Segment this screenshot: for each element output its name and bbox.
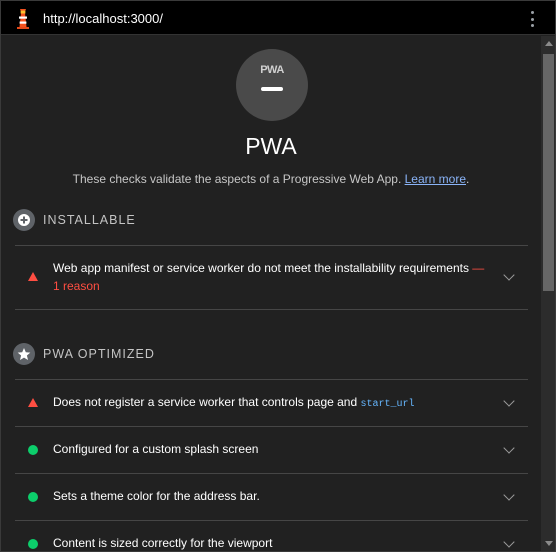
lighthouse-icon	[17, 9, 29, 29]
pwa-gauge[interactable]: PWA	[236, 49, 308, 121]
divider	[15, 309, 528, 310]
audit-title: Sets a theme color for the address bar.	[53, 489, 260, 503]
group-optimized-title: PWA Optimized	[43, 347, 155, 361]
scrollbar-thumb[interactable]	[543, 54, 554, 291]
audit-code: start_url	[360, 399, 415, 410]
audit-viewport[interactable]: Content is sized correctly for the viewp…	[15, 521, 528, 551]
pass-circle-icon	[28, 445, 38, 455]
audit-theme-color[interactable]: Sets a theme color for the address bar.	[15, 474, 528, 520]
chevron-down-icon[interactable]	[503, 442, 515, 454]
audit-title: Content is sized correctly for the viewp…	[53, 536, 273, 550]
audit-suffix: —	[468, 261, 485, 275]
audit-title: Web app manifest or service worker do no…	[53, 259, 498, 295]
group-installable-title: Installable	[43, 213, 136, 227]
fail-triangle-icon	[28, 272, 38, 281]
audit-service-worker[interactable]: Does not register a service worker that …	[15, 380, 528, 426]
chevron-down-icon[interactable]	[503, 489, 515, 501]
chevron-down-icon[interactable]	[503, 536, 515, 548]
description-text: These checks validate the aspects of a P…	[72, 172, 405, 186]
scroll-up-arrow-icon[interactable]	[545, 41, 553, 46]
report-content: PWA PWA These checks validate the aspect…	[1, 36, 541, 551]
pass-circle-icon	[28, 492, 38, 502]
learn-more-link[interactable]: Learn more	[405, 172, 466, 186]
fail-triangle-icon	[28, 398, 38, 407]
audit-splash-screen[interactable]: Configured for a custom splash screen	[15, 427, 528, 473]
audit-installable-manifest[interactable]: Web app manifest or service worker do no…	[15, 246, 528, 309]
lighthouse-report-window: http://localhost:3000/ PWA PWA These che…	[0, 0, 556, 552]
category-title: PWA	[245, 133, 297, 159]
kebab-menu-icon[interactable]	[527, 10, 537, 28]
audit-title: Configured for a custom splash screen	[53, 442, 259, 456]
report-url: http://localhost:3000/	[43, 11, 163, 26]
group-installable-header: Installable	[13, 209, 136, 231]
report-topbar: http://localhost:3000/	[1, 1, 555, 35]
audit-detail: 1 reason	[53, 279, 100, 293]
audit-title-text: Web app manifest or service worker do no…	[53, 261, 469, 275]
star-icon	[13, 343, 35, 365]
audit-title: Does not register a service worker that …	[53, 393, 498, 414]
vertical-scrollbar[interactable]	[541, 36, 555, 551]
pass-circle-icon	[28, 539, 38, 549]
chevron-down-icon[interactable]	[503, 395, 515, 407]
gauge-dash-icon	[261, 87, 283, 91]
plus-circle-icon	[13, 209, 35, 231]
chevron-down-icon[interactable]	[503, 269, 515, 281]
scroll-down-arrow-icon[interactable]	[545, 541, 553, 546]
group-optimized-header: PWA Optimized	[13, 343, 155, 365]
description-period: .	[466, 172, 470, 186]
pwa-badge: PWA	[260, 64, 284, 76]
audit-title-text: Does not register a service worker that …	[53, 395, 361, 409]
category-description: These checks validate the aspects of a P…	[1, 172, 541, 186]
